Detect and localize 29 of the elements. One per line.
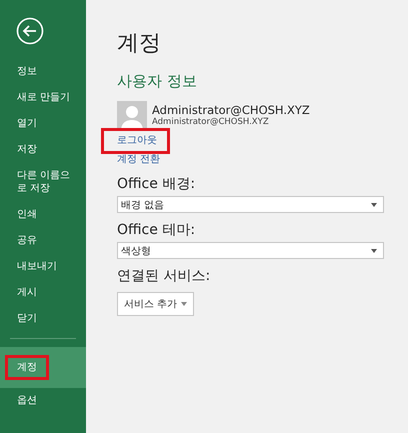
user-name: Administrator@CHOSH.XYZ xyxy=(152,103,310,117)
nav-item[interactable]: 공유 xyxy=(0,228,86,254)
nav-item[interactable]: 인쇄 xyxy=(0,202,86,228)
nav-item[interactable]: 닫기 xyxy=(0,306,86,332)
nav-item[interactable]: 열기 xyxy=(0,111,86,137)
setting-label: 연결된 서비스: xyxy=(117,267,212,285)
nav-item[interactable]: 계정 xyxy=(0,347,86,388)
caret-icon xyxy=(371,248,377,252)
section-heading: 사용자 정보 xyxy=(117,72,198,91)
user-email: Administrator@CHOSH.XYZ xyxy=(152,117,270,127)
nav-item[interactable]: 다른 이름으로 저장 xyxy=(0,163,86,202)
back-icon[interactable] xyxy=(16,17,44,45)
setting-label: Office 테마: xyxy=(117,221,196,239)
caret-icon xyxy=(371,202,377,206)
setting-label: Office 배경: xyxy=(117,175,196,193)
avatar-icon xyxy=(117,101,147,131)
caret-icon xyxy=(181,302,188,306)
page-title: 계정 xyxy=(117,30,162,58)
nav-item[interactable]: 게시 xyxy=(0,280,86,306)
add-service-button[interactable]: 서비스 추가 xyxy=(117,292,194,316)
link[interactable]: 로그아웃 xyxy=(101,128,170,154)
nav-item[interactable]: 정보 xyxy=(0,59,86,85)
dropdown[interactable]: 배경 없음 xyxy=(117,196,384,213)
dropdown[interactable]: 색상형 xyxy=(117,242,384,259)
nav-item[interactable]: 새로 만들기 xyxy=(0,85,86,111)
nav-item[interactable]: 옵션 xyxy=(0,388,86,414)
nav-item[interactable]: 저장 xyxy=(0,137,86,163)
link[interactable]: 계정 전환 xyxy=(101,154,160,167)
nav-item[interactable]: 내보내기 xyxy=(0,254,86,280)
